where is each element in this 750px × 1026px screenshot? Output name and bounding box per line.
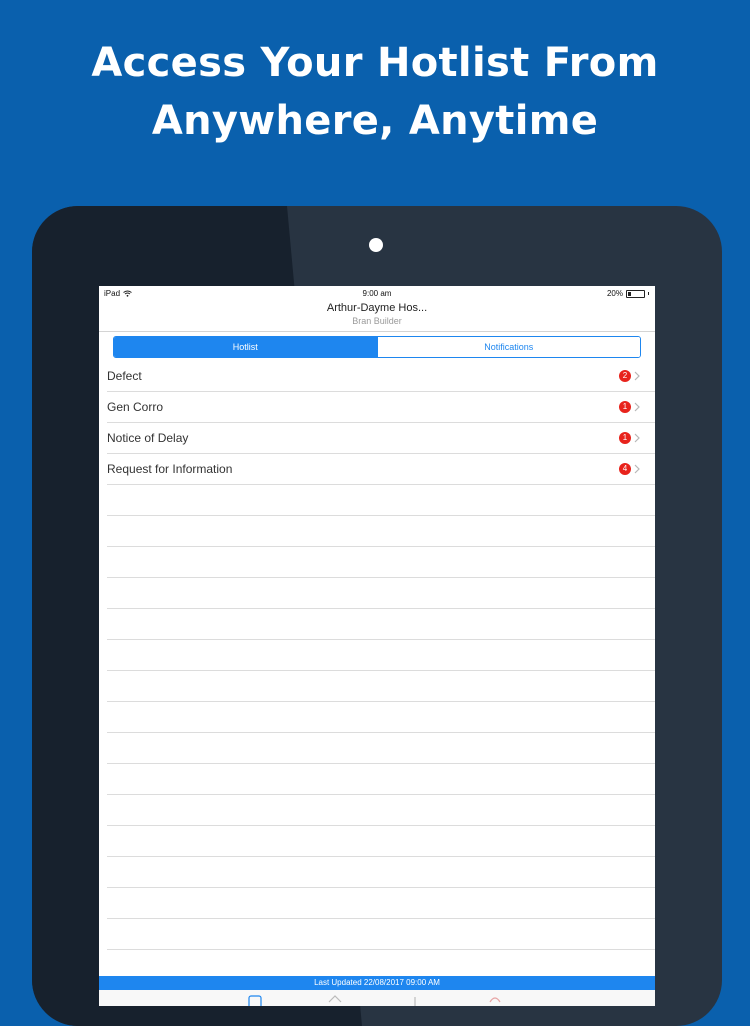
empty-list-row xyxy=(107,516,655,547)
battery-icon xyxy=(626,289,645,298)
empty-list-row xyxy=(107,578,655,609)
headline-line-1: Access Your Hotlist From xyxy=(91,40,659,86)
empty-list-row xyxy=(107,857,655,888)
tablet-screen: iPad 9:00 am 20% Arthur-Dayme Hos... Bra… xyxy=(99,286,655,1006)
list-item-label: Request for Information xyxy=(107,462,233,476)
last-updated-bar: Last Updated 22/08/2017 09:00 AM xyxy=(99,976,655,990)
tab-hotlist[interactable]: Hotlist xyxy=(114,337,377,357)
list-item-label: Notice of Delay xyxy=(107,431,189,445)
empty-list-row xyxy=(107,919,655,950)
headline: Access Your Hotlist From Anywhere, Anyti… xyxy=(0,34,750,150)
chevron-right-icon xyxy=(634,464,640,474)
status-time: 9:00 am xyxy=(362,289,392,298)
upload-tab-icon[interactable] xyxy=(407,994,423,1006)
list-item-request-for-information[interactable]: Request for Information 4 xyxy=(107,454,655,485)
empty-list-row xyxy=(107,888,655,919)
bottom-tab-bar xyxy=(99,990,655,1006)
empty-rows xyxy=(99,485,655,981)
list-item-notice-of-delay[interactable]: Notice of Delay 1 xyxy=(107,423,655,454)
empty-list-row xyxy=(107,764,655,795)
count-badge: 1 xyxy=(619,432,631,444)
count-badge: 2 xyxy=(619,370,631,382)
list-item-label: Defect xyxy=(107,369,142,383)
empty-list-row xyxy=(107,640,655,671)
nav-divider xyxy=(99,331,655,332)
count-badge: 4 xyxy=(619,463,631,475)
empty-list-row xyxy=(107,826,655,857)
list-item-label: Gen Corro xyxy=(107,400,164,414)
status-right: 20% xyxy=(607,289,649,298)
hotlist-list: Defect 2 Gen Corro 1 Notice of Delay 1 R… xyxy=(99,361,655,981)
status-bar: iPad 9:00 am 20% xyxy=(99,286,655,302)
list-item-gen-corro[interactable]: Gen Corro 1 xyxy=(107,392,655,423)
empty-list-row xyxy=(107,702,655,733)
battery-percent: 20% xyxy=(606,289,623,298)
empty-list-row xyxy=(107,733,655,764)
chevron-right-icon xyxy=(634,371,640,381)
empty-list-row xyxy=(107,795,655,826)
empty-list-row xyxy=(107,547,655,578)
home-tab-icon[interactable] xyxy=(327,994,343,1006)
chevron-right-icon xyxy=(634,433,640,443)
battery-fill xyxy=(628,291,631,296)
tab-notifications[interactable]: Notifications xyxy=(376,337,640,357)
settings-tab-icon[interactable] xyxy=(487,994,503,1006)
empty-list-row xyxy=(107,671,655,702)
nav-title: Arthur-Dayme Hos... xyxy=(326,302,428,314)
list-item-defect[interactable]: Defect 2 xyxy=(107,361,655,392)
segmented-control: Hotlist Notifications xyxy=(113,336,641,358)
battery-tip xyxy=(648,292,649,295)
chevron-right-icon xyxy=(634,402,640,412)
count-badge: 1 xyxy=(619,401,631,413)
empty-list-row xyxy=(107,609,655,640)
camera-dot xyxy=(369,238,383,252)
hotlist-tab-icon[interactable] xyxy=(247,994,263,1006)
nav-subtitle: Bran Builder xyxy=(352,316,402,326)
headline-line-2: Anywhere, Anytime xyxy=(151,98,599,144)
empty-list-row xyxy=(107,485,655,516)
